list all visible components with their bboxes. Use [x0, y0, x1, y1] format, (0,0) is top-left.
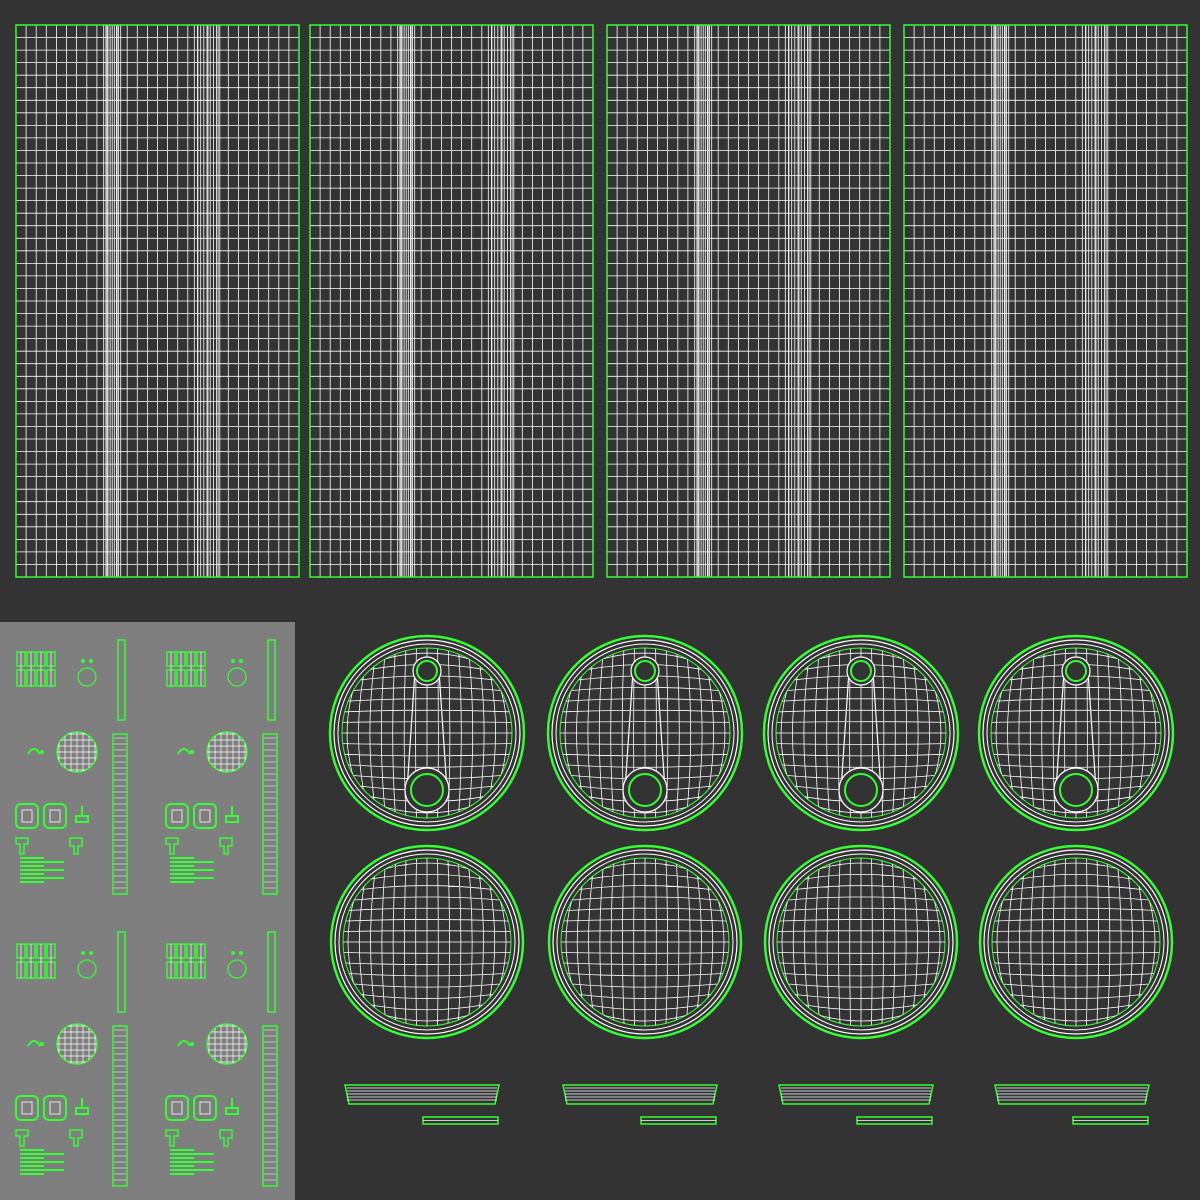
uv-shell-icon — [231, 951, 235, 955]
lid-shell-7 — [763, 844, 959, 1040]
lid-shell-3 — [762, 634, 960, 832]
lid-shell-4 — [977, 634, 1175, 832]
uv-shell-icon — [56, 731, 98, 773]
uv-layout-canvas — [0, 0, 1200, 1200]
uv-shell-icon — [170, 857, 214, 883]
lid-shell-1 — [328, 634, 526, 832]
uv-shell-icon — [170, 1149, 214, 1175]
lid-shell-5 — [329, 844, 525, 1040]
lid-shell-8 — [978, 844, 1174, 1040]
uv-shell-icon — [206, 731, 248, 773]
uv-shell-icon — [81, 951, 85, 955]
uv-shell-icon — [231, 659, 235, 663]
uv-shell-icon — [56, 1023, 98, 1065]
uv-shell-icon — [206, 1023, 248, 1065]
lid-shell-2 — [546, 634, 744, 832]
uv-shell-icon — [81, 659, 85, 663]
uv-shell-icon — [20, 857, 64, 883]
lid-shell-6 — [547, 844, 743, 1040]
uv-shell-icon — [20, 1149, 64, 1175]
